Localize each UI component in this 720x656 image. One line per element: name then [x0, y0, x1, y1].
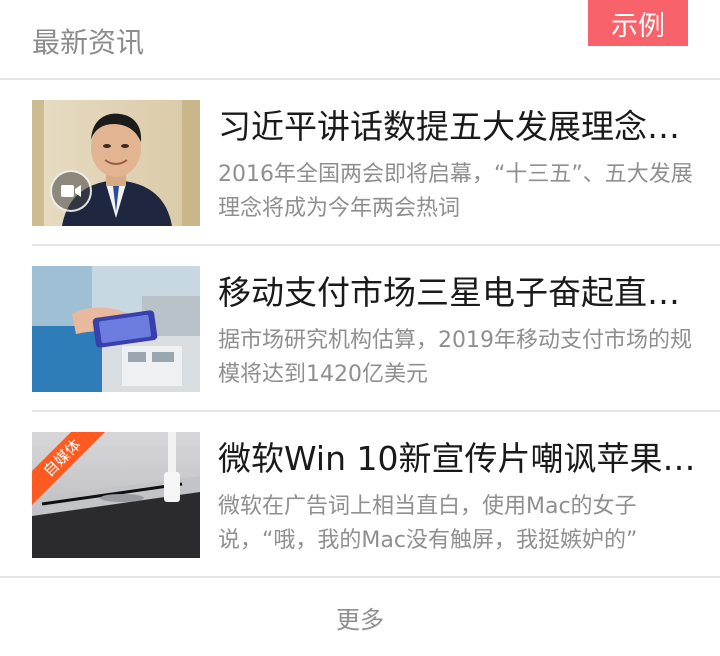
video-camera-icon [50, 170, 92, 212]
more-button[interactable]: 更多 [0, 578, 720, 656]
self-media-ribbon: 自媒体 [32, 432, 112, 509]
news-title[interactable]: 微软Win 10新宣传片嘲讽苹果… [218, 436, 698, 482]
news-thumbnail: 自媒体 [32, 432, 200, 558]
payment-terminal-photo [32, 266, 200, 392]
news-title[interactable]: 习近平讲话数提五大发展理念… [218, 104, 698, 150]
news-title[interactable]: 移动支付市场三星电子奋起直… [218, 270, 698, 316]
example-badge: 示例 [588, 0, 688, 46]
section-header: 最新资讯 示例 [0, 0, 720, 80]
news-item[interactable]: 习近平讲话数提五大发展理念… 2016年全国两会即将启幕，“十三五”、五大发展理… [0, 80, 720, 246]
news-thumbnail [32, 266, 200, 392]
news-list: 习近平讲话数提五大发展理念… 2016年全国两会即将启幕，“十三五”、五大发展理… [0, 80, 720, 578]
section-title: 最新资讯 [32, 26, 145, 59]
news-summary: 据市场研究机构估算，2019年移动支付市场的规模将达到1420亿美元 [218, 328, 692, 387]
news-item[interactable]: 自媒体 微软Win 10新宣传片嘲讽苹果… 微软在广告词上相当直白，使用Mac的… [0, 412, 720, 578]
news-summary: 微软在广告词上相当直白，使用Mac的女子说，“哦，我的Mac没有触屏，我挺嫉妒的… [218, 494, 638, 553]
news-thumbnail [32, 100, 200, 226]
news-summary: 2016年全国两会即将启幕，“十三五”、五大发展理念将成为今年两会热词 [218, 162, 693, 221]
news-item[interactable]: 移动支付市场三星电子奋起直… 据市场研究机构估算，2019年移动支付市场的规模将… [0, 246, 720, 412]
